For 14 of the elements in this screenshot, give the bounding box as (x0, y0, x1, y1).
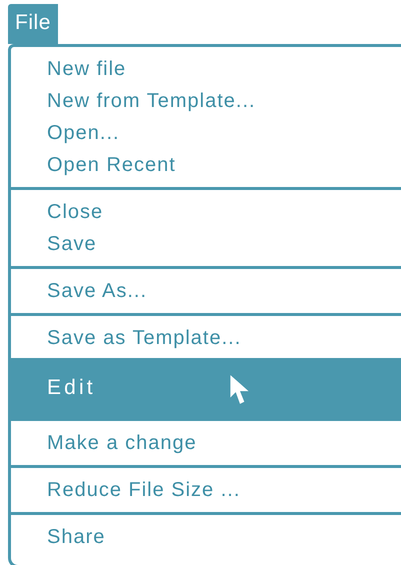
menu-item[interactable]: New from Template... (11, 85, 401, 117)
cursor-icon (229, 374, 251, 406)
menu-item[interactable]: Open Recent (11, 149, 401, 181)
menu-title[interactable]: File (8, 4, 58, 44)
menu-item[interactable]: Reduce File Size ... (11, 474, 401, 506)
menu-item[interactable]: New file (11, 53, 401, 85)
menu-item[interactable]: Save as Template... (11, 322, 401, 354)
menu-item[interactable]: Save As... (11, 275, 401, 307)
menu-item[interactable]: Make a change (11, 427, 401, 459)
menu-item[interactable]: Close (11, 196, 401, 228)
menu-item[interactable]: Save (11, 228, 401, 260)
menu-item[interactable]: Open... (11, 117, 401, 149)
menu-item[interactable]: Share (11, 521, 401, 553)
menu-item[interactable]: Edit (11, 358, 401, 418)
